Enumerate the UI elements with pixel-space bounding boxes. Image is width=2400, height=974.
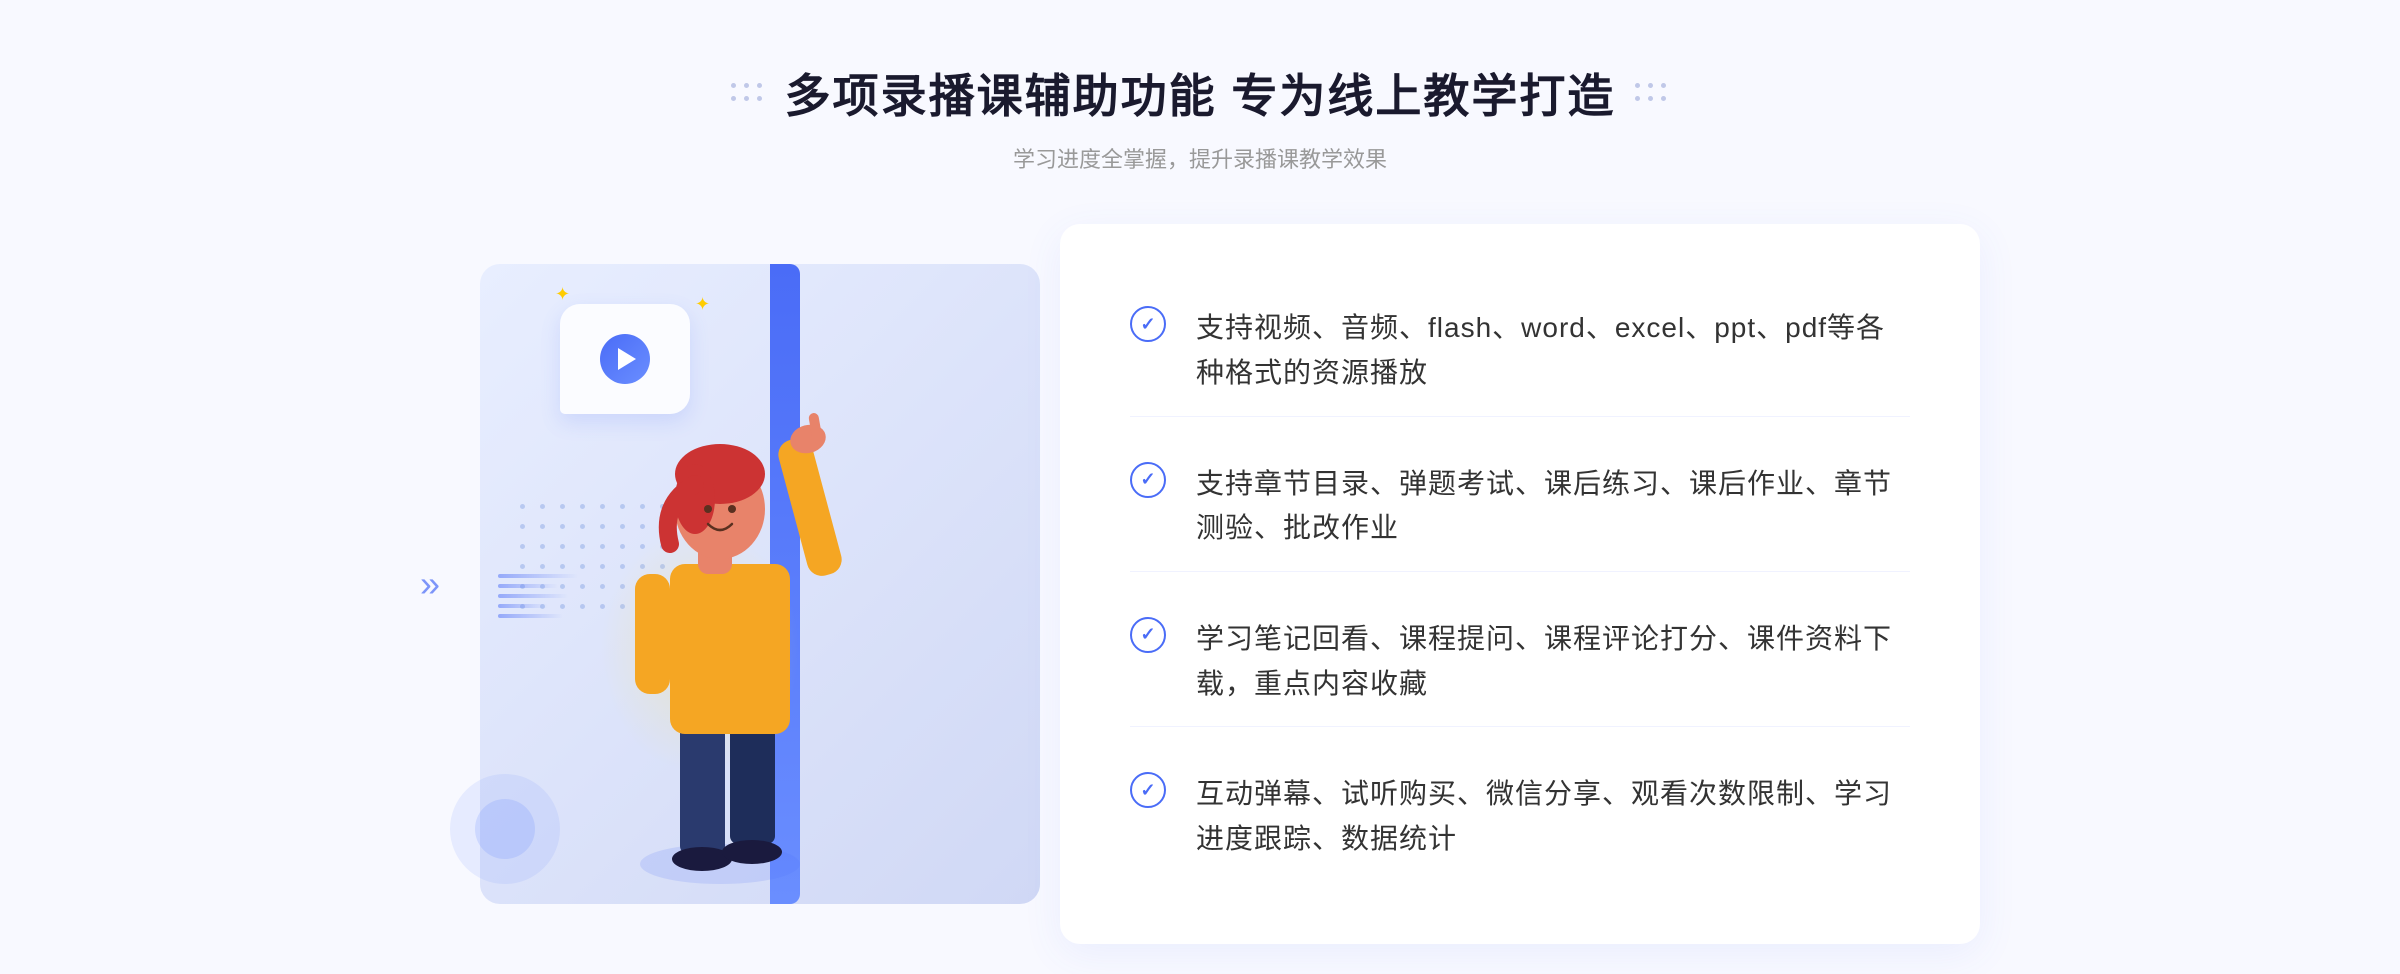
page-container: 多项录播课辅助功能 专为线上教学打造 学习进度全掌握，提升录播课教学效果 bbox=[0, 0, 2400, 974]
page-title: 多项录播课辅助功能 专为线上教学打造 bbox=[785, 60, 1616, 126]
spark-icon-2: ✦ bbox=[695, 294, 710, 315]
check-icon-3: ✓ bbox=[1130, 617, 1166, 653]
header-title-row: 多项录播课辅助功能 专为线上教学打造 bbox=[731, 60, 1670, 126]
feature-text-1: 支持视频、音频、flash、word、excel、ppt、pdf等各种格式的资源… bbox=[1196, 306, 1910, 396]
chevron-left-icon: » bbox=[420, 563, 440, 605]
check-icon-4: ✓ bbox=[1130, 772, 1166, 808]
feature-text-4: 互动弹幕、试听购买、微信分享、观看次数限制、学习进度跟踪、数据统计 bbox=[1196, 772, 1910, 862]
stripes-decoration bbox=[498, 574, 578, 618]
dot-grid-right-decoration bbox=[1635, 83, 1669, 104]
feature-text-3: 学习笔记回看、课程提问、课程评论打分、课件资料下载，重点内容收藏 bbox=[1196, 617, 1910, 707]
left-illustration: ✦ ✦ bbox=[400, 224, 1080, 944]
feature-text-2: 支持章节目录、弹题考试、课后练习、课后作业、章节测验、批改作业 bbox=[1196, 462, 1910, 552]
feature-item-4: ✓ 互动弹幕、试听购买、微信分享、观看次数限制、学习进度跟踪、数据统计 bbox=[1130, 752, 1910, 882]
features-panel: ✓ 支持视频、音频、flash、word、excel、ppt、pdf等各种格式的… bbox=[1060, 224, 1980, 944]
page-subtitle: 学习进度全掌握，提升录播课教学效果 bbox=[731, 142, 1670, 174]
feature-item-3: ✓ 学习笔记回看、课程提问、课程评论打分、课件资料下载，重点内容收藏 bbox=[1130, 597, 1910, 728]
feature-item-2: ✓ 支持章节目录、弹题考试、课后练习、课后作业、章节测验、批改作业 bbox=[1130, 442, 1910, 573]
check-icon-2: ✓ bbox=[1130, 462, 1166, 498]
feature-item-1: ✓ 支持视频、音频、flash、word、excel、ppt、pdf等各种格式的… bbox=[1130, 286, 1910, 417]
dot-grid-left-decoration bbox=[731, 83, 765, 104]
spark-icon-1: ✦ bbox=[555, 284, 570, 305]
person-illustration bbox=[580, 344, 860, 904]
deco-circle-group bbox=[450, 774, 560, 884]
content-area: ✦ ✦ bbox=[400, 224, 2000, 944]
check-icon-1: ✓ bbox=[1130, 306, 1166, 342]
header-section: 多项录播课辅助功能 专为线上教学打造 学习进度全掌握，提升录播课教学效果 bbox=[731, 0, 1670, 174]
